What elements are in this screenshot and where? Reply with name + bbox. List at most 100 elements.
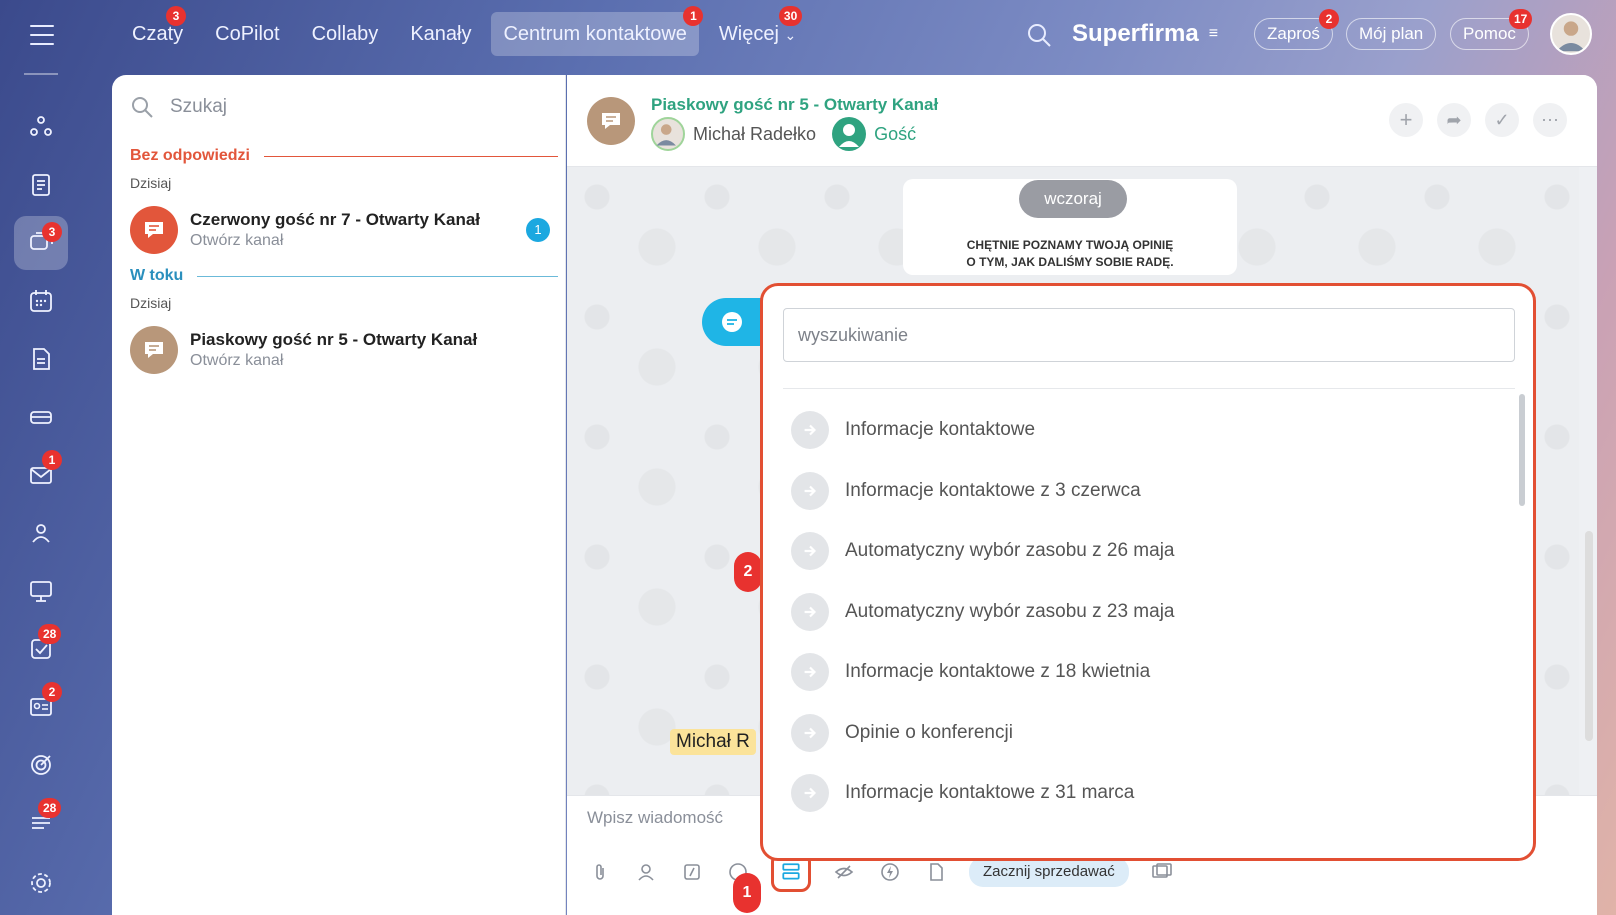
chat-avatar [587, 97, 635, 145]
my-plan-button[interactable]: Mój plan [1346, 18, 1437, 50]
document-icon [33, 348, 50, 370]
plus-icon: + [1399, 107, 1413, 132]
more-button[interactable]: ⋯ [1533, 103, 1567, 137]
quick-answer-item[interactable]: Informacje kontaktowe z 3 czerwca [783, 461, 1503, 522]
menu-icon[interactable] [30, 25, 54, 45]
finish-dialog-button[interactable]: ✓ [1485, 103, 1519, 137]
search-icon[interactable] [1026, 22, 1052, 48]
section-line [264, 155, 558, 157]
sidebar-item-contacts[interactable] [14, 506, 68, 560]
help-badge: 17 [1509, 9, 1533, 29]
message-input[interactable]: Wpisz wiadomość [587, 808, 723, 828]
popup-divider [783, 388, 1515, 389]
nav-badge: 30 [778, 6, 803, 26]
quick-answers-popup: Informacje kontaktowe Informacje kontakt… [760, 283, 1536, 861]
arrow-right-icon [791, 411, 829, 450]
calendar-icon [30, 290, 52, 312]
nav-badge: 3 [166, 6, 186, 26]
quick-answer-item[interactable]: Opinie o konferencji [783, 703, 1503, 764]
quick-answer-label: Informacje kontaktowe [845, 419, 1036, 441]
chat-header: Piaskowy gość nr 5 - Otwarty Kanał Micha… [567, 75, 1597, 167]
chat-scrollbar[interactable] [1585, 531, 1593, 741]
start-selling-button[interactable]: Zacznij sprzedawać [969, 857, 1129, 887]
top-bar: Czaty 3 CoPilot Collaby Kanały Centrum k… [0, 0, 1616, 72]
help-button[interactable]: Pomoc 17 [1450, 9, 1533, 50]
conversation-subtitle: Otwórz kanał [190, 352, 284, 369]
guest-name[interactable]: Gość [874, 124, 916, 145]
window-icon[interactable] [1149, 859, 1175, 885]
chat-search[interactable]: Szukaj [130, 95, 227, 119]
sidebar-item-feed[interactable] [14, 158, 68, 212]
form-icon[interactable] [923, 859, 949, 885]
chat-title[interactable]: Piaskowy gość nr 5 - Otwarty Kanał [651, 95, 938, 115]
section-in-progress: W toku [130, 267, 558, 285]
system-message-line: O TYM, JAK DALIŚMY SOBIE RADĘ. [966, 255, 1174, 269]
chat-list-panel: Szukaj Bez odpowiedzi Dzisiaj Czerwony g… [112, 75, 566, 915]
quick-answer-item[interactable]: Informacje kontaktowe [783, 400, 1503, 461]
settings-sliders-icon: ≡ [1208, 25, 1219, 42]
quick-answer-item[interactable]: Informacje kontaktowe z 18 kwietnia [783, 642, 1503, 703]
sidebar-item-chat[interactable]: 3 [14, 216, 68, 270]
quick-answers-icon [782, 863, 800, 880]
attach-icon[interactable] [587, 859, 613, 885]
guest-avatar[interactable] [832, 117, 867, 151]
nav-item-collaby[interactable]: Collaby [300, 12, 391, 56]
bot-message-icon[interactable] [702, 298, 762, 346]
step-marker-1: 1 [733, 873, 761, 913]
member-avatar[interactable] [651, 117, 685, 151]
brand-name: Superfirma [1072, 20, 1199, 47]
chat-bubble-icon [130, 326, 178, 374]
nav-item-czaty[interactable]: Czaty 3 [120, 6, 195, 56]
sidebar-separator [24, 73, 58, 75]
left-sidebar: 3 1 28 2 28 [14, 100, 68, 914]
forward-button[interactable]: ➦ [1437, 103, 1471, 137]
nav-item-label: Więcej [718, 23, 779, 45]
invite-button[interactable]: Zaproś 2 [1254, 9, 1339, 50]
sidebar-item-tasks[interactable]: 28 [14, 622, 68, 676]
nav-item-label: Collaby [311, 23, 379, 45]
sidebar-item-calendar[interactable] [14, 274, 68, 328]
nav-item-label: Kanały [410, 23, 472, 45]
sidebar-item-settings[interactable] [14, 856, 68, 910]
section-line [197, 275, 558, 277]
sidebar-item-copilot[interactable] [14, 100, 68, 154]
day-label: Dzisiaj [130, 295, 172, 311]
nav-item-centrum-kontaktowe[interactable]: Centrum kontaktowe 1 [491, 6, 704, 56]
search-placeholder: Szukaj [170, 96, 228, 117]
sidebar-item-sites[interactable] [14, 564, 68, 618]
lightning-icon[interactable] [877, 859, 903, 885]
quick-answer-item[interactable]: Automatyczny wybór zasobu z 23 maja [783, 582, 1503, 643]
sidebar-badge: 1 [42, 450, 62, 470]
command-icon[interactable] [679, 859, 705, 885]
popup-scrollbar[interactable] [1519, 394, 1525, 506]
chevron-down-icon: ⌄ [784, 27, 797, 43]
user-avatar[interactable] [1550, 13, 1592, 55]
company-brand[interactable]: Superfirma ≡ [1072, 20, 1218, 48]
nav-item-wiecej[interactable]: Więcej ⌄ 30 [707, 6, 808, 56]
sidebar-item-docs[interactable] [14, 332, 68, 386]
system-message-line: CHĘTNIE POZNAMY TWOJĄ OPINIĘ [966, 238, 1174, 252]
add-member-button[interactable]: + [1389, 103, 1423, 137]
quick-answer-label: Informacje kontaktowe z 31 marca [845, 782, 1135, 804]
sidebar-item-crm[interactable]: 2 [14, 680, 68, 734]
day-label: Dzisiaj [130, 175, 172, 191]
user-icon[interactable] [633, 859, 659, 885]
conversation-item[interactable]: Piaskowy gość nr 5 - Otwarty Kanał Otwór… [130, 325, 550, 375]
sidebar-item-feed-list[interactable]: 28 [14, 796, 68, 850]
quick-answer-label: Informacje kontaktowe z 3 czerwca [845, 479, 1141, 501]
nav-item-kanaly[interactable]: Kanały [398, 12, 483, 56]
hidden-message-icon[interactable] [831, 859, 857, 885]
sidebar-item-marketing[interactable] [14, 738, 68, 792]
quick-answers-search-input[interactable] [783, 308, 1515, 362]
member-name[interactable]: Michał Radełko [693, 124, 816, 145]
quick-answer-label: Informacje kontaktowe z 18 kwietnia [845, 661, 1151, 683]
conversation-item[interactable]: Czerwony gość nr 7 - Otwarty Kanał Otwór… [130, 205, 550, 255]
nav-item-copilot[interactable]: CoPilot [203, 12, 291, 56]
sidebar-badge: 28 [38, 624, 62, 644]
sidebar-item-mail[interactable]: 1 [14, 448, 68, 502]
quick-answer-item[interactable]: Automatyczny wybór zasobu z 26 maja [783, 521, 1503, 582]
sidebar-item-drive[interactable] [14, 390, 68, 444]
target-icon [31, 755, 51, 775]
quick-answer-item[interactable]: Informacje kontaktowe z 31 marca [783, 763, 1503, 824]
invite-badge: 2 [1319, 9, 1339, 29]
